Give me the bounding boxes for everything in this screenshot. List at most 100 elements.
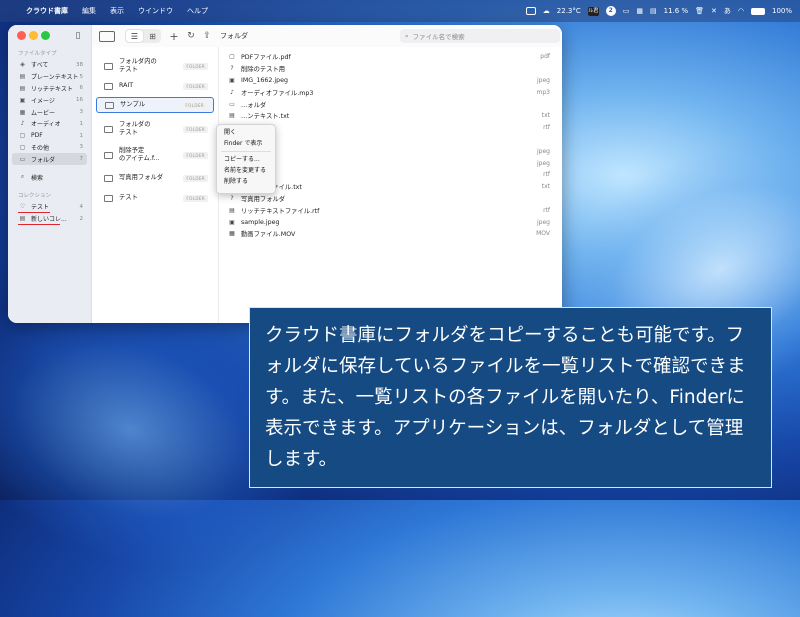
file-name: 削除のテスト用 (241, 66, 286, 74)
weather-text[interactable]: 22.3°C (557, 7, 581, 15)
grid-view-icon[interactable]: ⊞ (144, 30, 161, 42)
minimize-button[interactable] (29, 31, 38, 40)
menu-help[interactable]: ヘルプ (187, 6, 208, 16)
file-extension: txt (541, 183, 550, 191)
context-menu: 開く Finder で表示 コピーする... 名前を変更する 削除する (216, 124, 276, 194)
folder-icon (104, 151, 113, 159)
rich-doc-icon: ▤ (229, 206, 235, 214)
sidebar-item-label: PDF (31, 132, 43, 140)
menu-window[interactable]: ウインドウ (138, 6, 173, 16)
menu-app-name[interactable]: クラウド書庫 (26, 6, 68, 16)
battery-text[interactable]: 11.6 % (664, 7, 688, 15)
folder-name: サンプル (120, 101, 145, 108)
folder-list: フォルダ内の テスト FOLDER RAIT FOLDER サンプル FOLDER フォルダ… (92, 47, 219, 323)
file-name: 動画ファイル.MOV (241, 231, 296, 239)
folder-row[interactable]: 削除予定 のアイテム.f... FOLDER (96, 145, 214, 165)
folder-row[interactable]: サンプル FOLDER (96, 97, 214, 113)
image-icon: ▣ (229, 76, 235, 84)
file-row[interactable]: ? 写真用フォルダ (219, 193, 562, 205)
folder-row[interactable]: フォルダの テスト FOLDER (96, 119, 214, 139)
folder-icon (104, 82, 113, 90)
other-icon: ? (230, 65, 234, 73)
file-row[interactable]: ▤ …ンテキスト.txt txt (219, 110, 562, 122)
file-row[interactable]: ▢ PDFファイル.pdf pdf (219, 51, 562, 63)
sidebar-item-count: 3 (79, 109, 84, 116)
folder-row[interactable]: フォルダ内の テスト FOLDER (96, 56, 214, 76)
monitor-icon[interactable]: ▤ (650, 7, 657, 15)
sidebar-item-label: その他 (31, 144, 50, 152)
zoom-button[interactable] (41, 31, 50, 40)
menu-bar: クラウド書庫 編集 表示 ウインドウ ヘルプ ☁ 22.3°C ル君 2 ▭ ▦… (0, 0, 800, 22)
file-row[interactable]: ▣ sample.jpeg jpeg (219, 216, 562, 228)
sidebar: ファイルタイプ ◈ すべて 38 ▤ プレーンテキスト 5 ▤ リッチテキスト 6 ▣ イメージ 16… (8, 25, 92, 323)
context-menu-open[interactable]: 開く (217, 127, 275, 138)
context-menu-copy[interactable]: コピーする... (217, 154, 275, 165)
music-icon: ♪ (20, 120, 25, 128)
panel-toggle-icon[interactable] (99, 31, 115, 42)
sidebar-item-filetype[interactable]: ▣ イメージ 16 (8, 94, 91, 106)
context-menu-separator (221, 151, 271, 152)
sidebar-item-filetype[interactable]: ▢ PDF 1 (8, 130, 91, 142)
collection-icon: ▤ (19, 215, 26, 223)
search-field[interactable]: ⌕ ファイル名で検索 (400, 29, 560, 43)
sidebar-item-count: 2 (79, 215, 84, 222)
screen-icon[interactable]: ▭ (623, 7, 630, 15)
menubar-badge-circle[interactable]: 2 (605, 6, 616, 16)
battery-percent: 100% (771, 7, 792, 15)
bluetooth-off-icon[interactable]: ✕ (711, 7, 717, 15)
menubar-badge-dark[interactable]: ル君 (587, 6, 599, 16)
sidebar-item-filetype[interactable]: ♪ オーディオ 1 (8, 118, 91, 130)
sidebar-item-count: 6 (79, 85, 84, 92)
battery-icon[interactable] (750, 7, 765, 15)
context-menu-delete[interactable]: 削除する (217, 176, 275, 187)
window-title: フォルダ (220, 32, 248, 40)
wifi-icon[interactable]: ◠ (738, 7, 744, 15)
trash-icon[interactable]: 🗑 (695, 7, 704, 15)
cloud-icon[interactable]: ☁ (543, 7, 550, 15)
list-view-icon[interactable]: ☰ (126, 30, 143, 42)
file-row[interactable]: ♪ オーディオファイル.mp3 mp3 (219, 86, 562, 98)
menu-view[interactable]: 表示 (110, 6, 124, 16)
file-extension: pdf (540, 53, 550, 61)
file-name: IMG_1662.jpeg (241, 76, 288, 84)
sidebar-item-collection[interactable]: ▤ 新しいコレ... 2 (8, 213, 91, 225)
search-icon: ⌕ (20, 173, 25, 181)
folder-row[interactable]: RAIT FOLDER (96, 79, 214, 93)
file-row[interactable]: ▤ リッチテキストファイル.rtf rtf (219, 204, 562, 216)
sidebar-item-label: 新しいコレ... (31, 216, 67, 224)
close-button[interactable] (17, 31, 26, 40)
folder-name: 写真用フォルダ (119, 174, 164, 181)
sidebar-item-label: リッチテキスト (31, 85, 73, 93)
refresh-icon[interactable]: ↻ (185, 29, 197, 43)
calendar-icon[interactable]: ▦ (636, 7, 643, 15)
file-row[interactable]: ? 削除のテスト用 (219, 63, 562, 75)
jp-input-icon[interactable]: あ (724, 6, 731, 16)
sidebar-item-filetype[interactable]: ▢ その他 3 (8, 142, 91, 154)
sidebar-item-search[interactable]: ⌕ 検索 (8, 171, 91, 183)
file-row[interactable]: ▦ 動画ファイル.MOV MOV (219, 228, 562, 240)
file-extension: rtf (543, 206, 550, 214)
sidebar-toggle-icon[interactable]: ▯ (72, 29, 84, 43)
sidebar-item-filetype[interactable]: ▤ プレーンテキスト 5 (8, 71, 91, 83)
sidebar-item-filetype[interactable]: ▦ ムービー 3 (8, 106, 91, 118)
folder-icon: ▭ (229, 100, 235, 108)
file-row[interactable]: ▣ IMG_1662.jpeg jpeg (219, 75, 562, 87)
sidebar-item-count: 1 (79, 120, 84, 127)
sidebar-item-filetype[interactable]: ▭ フォルダ 7 (12, 153, 87, 166)
menubar-app-icon[interactable] (525, 7, 536, 15)
file-row[interactable]: ▭ …ォルダ (219, 98, 562, 110)
layers-icon: ◈ (20, 61, 25, 69)
sidebar-item-filetype[interactable]: ▤ リッチテキスト 6 (8, 83, 91, 95)
share-icon[interactable]: ⇪ (201, 29, 213, 43)
sidebar-section-collection: コレクション (18, 192, 52, 199)
sidebar-item-collection[interactable]: ♡ テスト 4 (8, 201, 91, 213)
folder-row[interactable]: 写真用フォルダ FOLDER (96, 171, 214, 185)
sidebar-item-filetype[interactable]: ◈ すべて 38 (8, 59, 91, 71)
context-menu-show-in-finder[interactable]: Finder で表示 (217, 138, 275, 149)
menu-edit[interactable]: 編集 (82, 6, 96, 16)
add-icon[interactable]: + (168, 29, 180, 43)
folder-row[interactable]: テスト FOLDER (96, 191, 214, 205)
context-menu-rename[interactable]: 名前を変更する (217, 165, 275, 176)
folder-name: 削除予定 のアイテム.f... (119, 147, 160, 162)
pdf-icon: ▢ (229, 53, 235, 61)
